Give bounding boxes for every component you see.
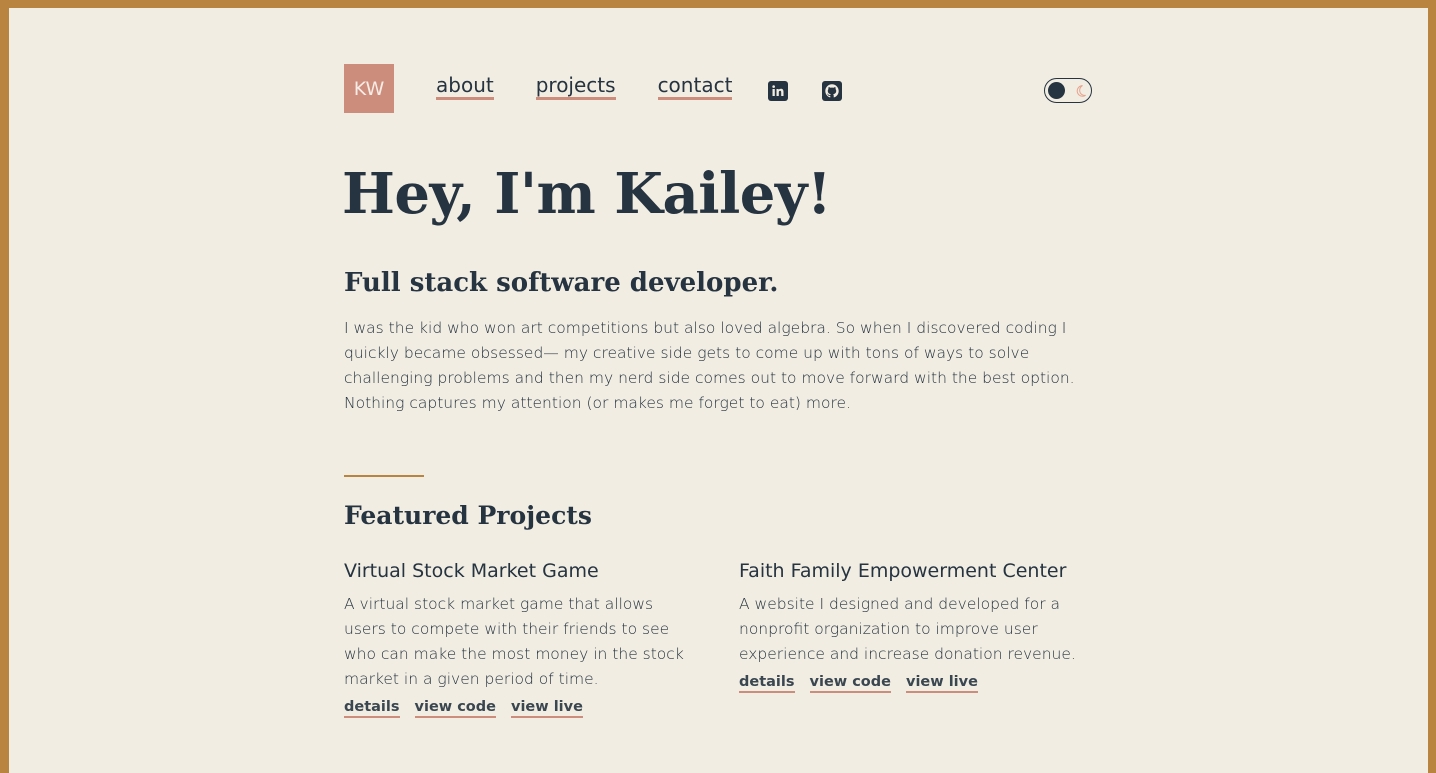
moon-icon xyxy=(1076,85,1086,97)
project-description: A virtual stock market game that allows … xyxy=(344,595,684,688)
project-description: A website I designed and developed for a… xyxy=(739,595,1076,663)
view-code-link[interactable]: view code xyxy=(414,698,496,718)
project-card: Virtual Stock Market Game A virtual stoc… xyxy=(344,559,694,718)
logo[interactable]: KW xyxy=(344,64,394,113)
hero-intro: I was the kid who won art competitions b… xyxy=(344,319,1075,412)
project-title: Virtual Stock Market Game xyxy=(344,560,599,582)
github-icon[interactable] xyxy=(822,81,842,101)
featured-projects-title: Featured Projects xyxy=(344,501,592,530)
toggle-knob xyxy=(1048,82,1065,99)
hero-title: Hey, I'm Kailey! xyxy=(342,161,832,227)
view-code-link[interactable]: view code xyxy=(809,673,891,693)
project-title: Faith Family Empowerment Center xyxy=(739,560,1067,582)
hero-subtitle: Full stack software developer. xyxy=(344,268,779,298)
section-divider xyxy=(344,475,424,477)
project-links: details view code view live xyxy=(739,673,1089,693)
details-link[interactable]: details xyxy=(739,673,795,693)
page: KW about projects contact Hey, I'm Kaile… xyxy=(9,8,1428,773)
view-live-link[interactable]: view live xyxy=(906,673,978,693)
linkedin-icon[interactable] xyxy=(768,81,788,101)
view-live-link[interactable]: view live xyxy=(511,698,583,718)
nav-projects[interactable]: projects xyxy=(535,74,616,100)
project-links: details view code view live xyxy=(344,698,694,718)
main-nav: about projects contact xyxy=(436,74,733,100)
project-card: Faith Family Empowerment Center A websit… xyxy=(739,559,1089,693)
nav-about[interactable]: about xyxy=(436,74,494,100)
nav-contact[interactable]: contact xyxy=(657,74,733,100)
details-link[interactable]: details xyxy=(344,698,400,718)
theme-toggle[interactable] xyxy=(1044,78,1092,103)
